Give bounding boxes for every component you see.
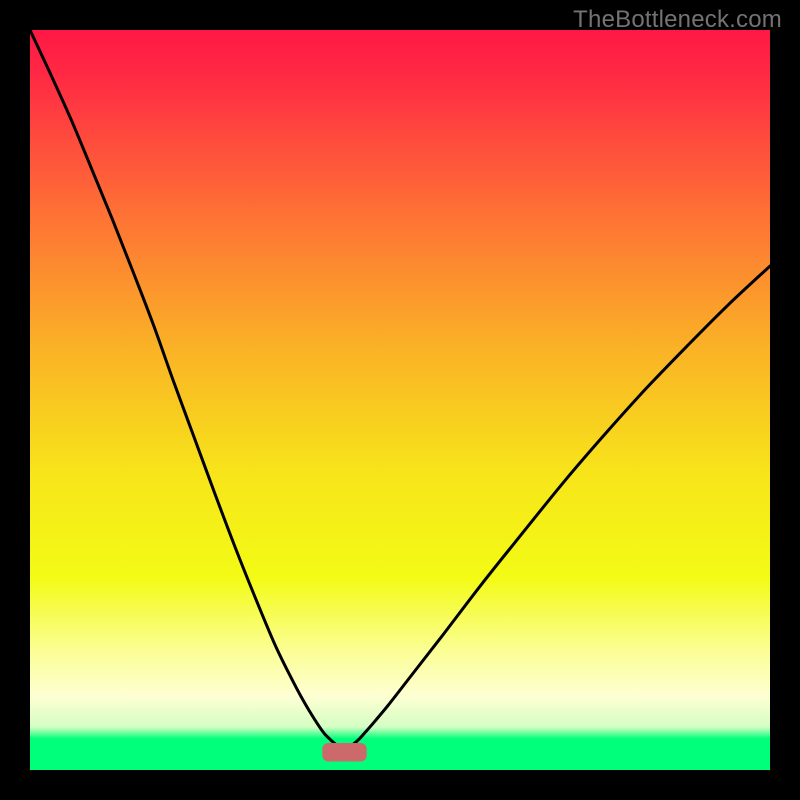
site-watermark: TheBottleneck.com [573,6,782,34]
gradient-background [30,30,770,770]
chart-frame: TheBottleneck.com [0,0,800,800]
bottleneck-chart [30,30,770,770]
optimal-point-marker [322,743,366,762]
